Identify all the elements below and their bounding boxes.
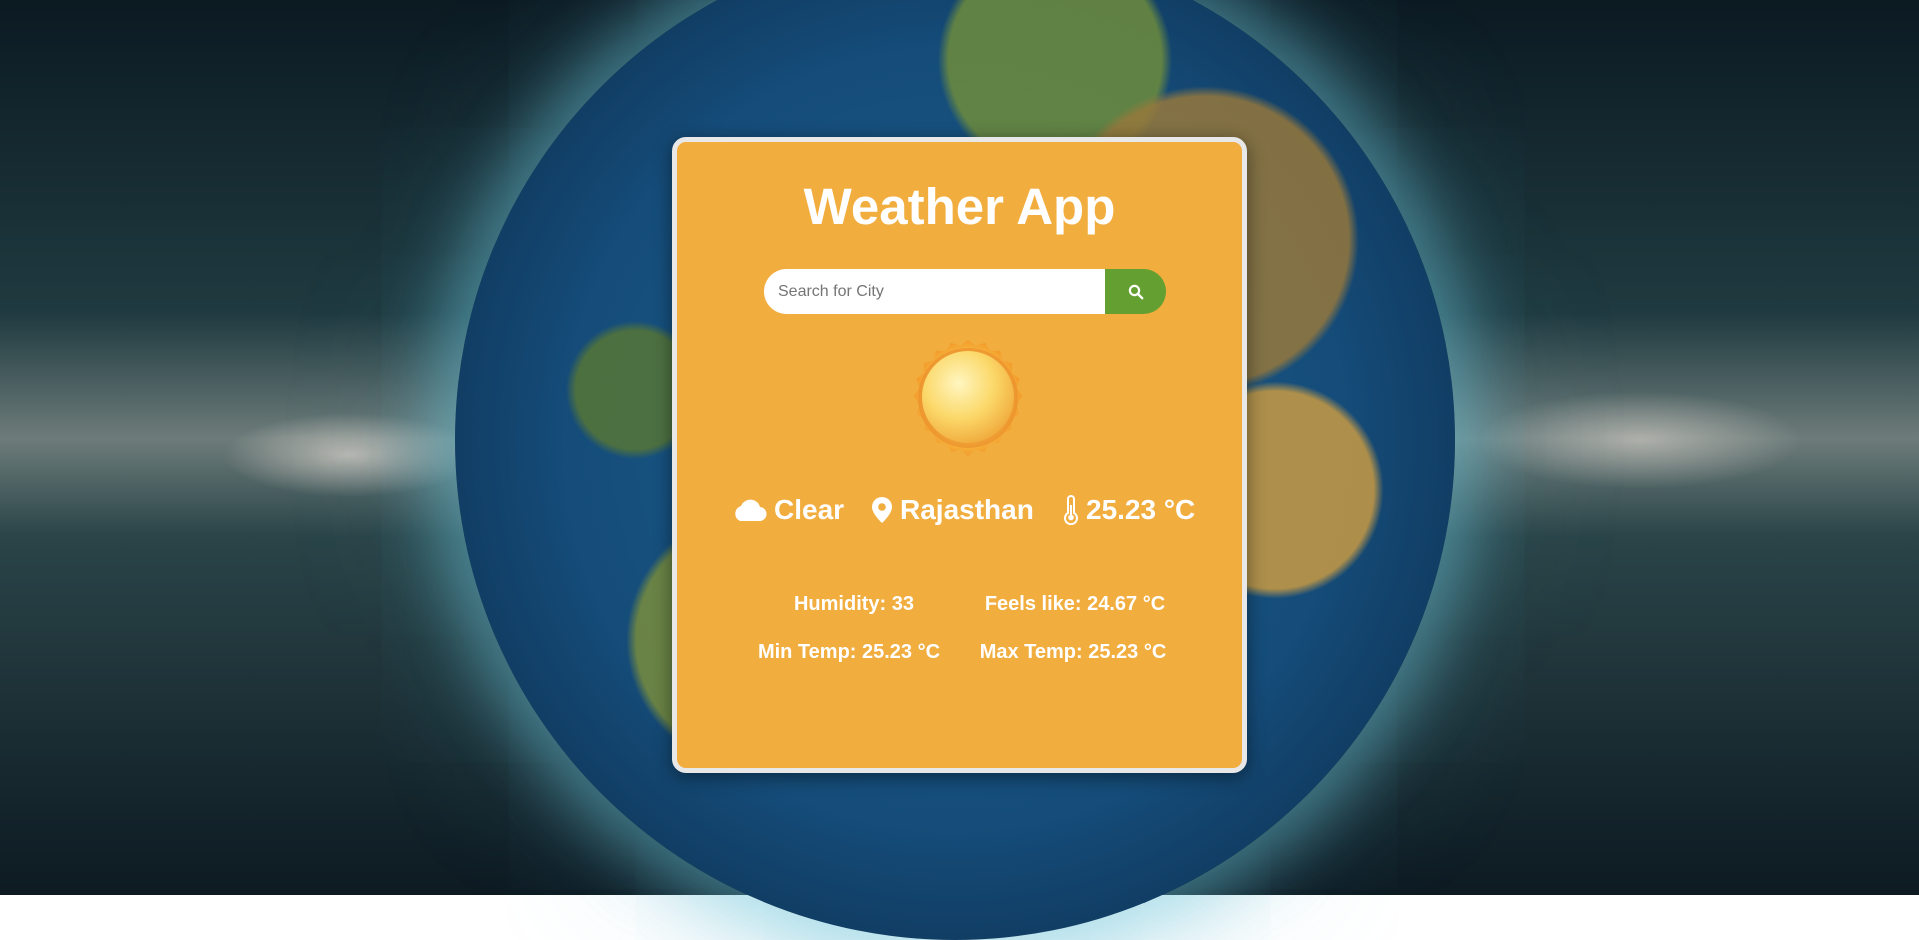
thermometer-icon (1064, 495, 1078, 525)
cloud-icon (735, 499, 767, 522)
weather-condition: Clear (774, 494, 845, 525)
weather-temperature: 25.23 °C (1086, 494, 1196, 525)
search-button[interactable] (1105, 269, 1166, 314)
search-bar (764, 269, 1166, 314)
current-weather-row: Clear Rajasthan 25.23 °C (677, 490, 1242, 530)
app-title: Weather App (803, 178, 1116, 235)
weather-location: Rajasthan (900, 494, 1034, 525)
temperature-info: 25.23 °C (1063, 490, 1195, 530)
location-info: Rajasthan (871, 490, 1034, 530)
weather-card: Weather App Search for City Clear Rajast… (672, 137, 1247, 773)
condition-info: Clear (731, 490, 844, 530)
humidity-value: Humidity: 33 (793, 593, 915, 615)
map-pin-icon (872, 497, 892, 523)
sun-icon (913, 340, 1023, 457)
city-search-input[interactable] (764, 269, 1105, 314)
max-temp-value: Max Temp: 25.23 °C (979, 641, 1167, 663)
min-temp-value: Min Temp: 25.23 °C (757, 641, 941, 663)
magnifier-icon (1128, 284, 1143, 299)
feels-like-value: Feels like: 24.67 °C (984, 593, 1166, 615)
